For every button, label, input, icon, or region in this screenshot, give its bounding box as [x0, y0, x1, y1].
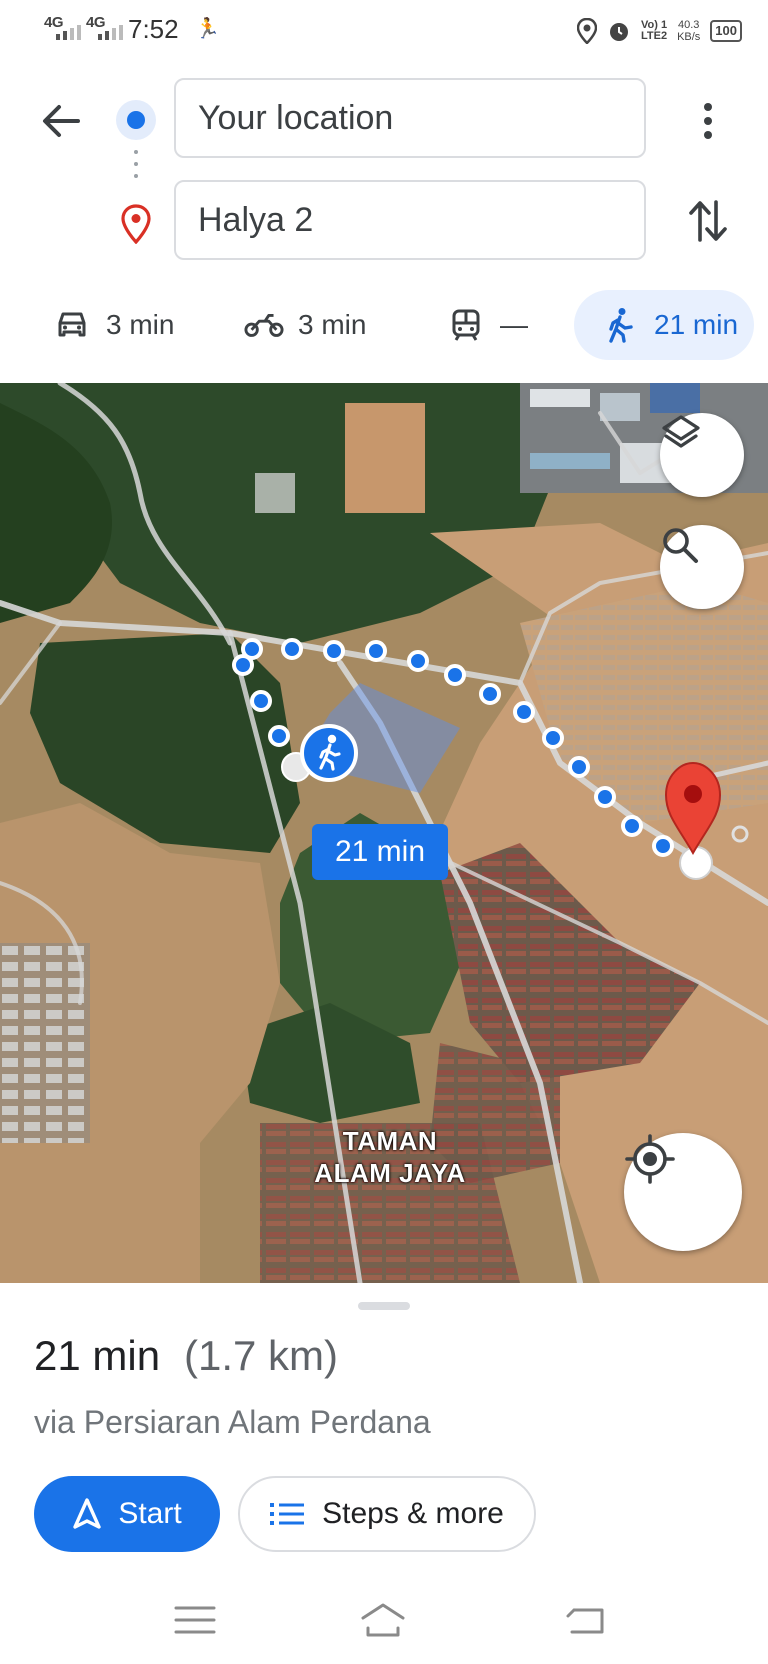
map-view[interactable]: 21 min TAMAN ALAM JAYA [0, 383, 768, 1283]
search-along-route-button[interactable] [660, 525, 744, 609]
network-speed: 40.3 KB/s [677, 19, 701, 43]
alarm-icon [609, 23, 628, 41]
sheet-drag-handle[interactable] [358, 1302, 410, 1310]
more-options-button[interactable] [690, 98, 726, 144]
destination-pin-icon [121, 204, 151, 244]
map-place-label: TAMAN ALAM JAYA [314, 1126, 466, 1188]
motorcycle-icon [244, 307, 284, 343]
layers-icon [662, 415, 700, 448]
search-icon [663, 528, 698, 563]
signal-icon [56, 25, 81, 40]
route-duration-chip[interactable]: 21 min [312, 824, 448, 880]
location-icon [576, 18, 597, 44]
steps-and-more-button[interactable]: Steps & more [238, 1476, 536, 1552]
walk-icon [600, 307, 640, 343]
swap-directions-icon[interactable] [686, 198, 730, 244]
start-navigation-button[interactable]: Start [34, 1476, 220, 1552]
list-icon [270, 1503, 305, 1525]
system-navigation-bar [0, 1580, 768, 1664]
origin-field[interactable]: Your location [174, 78, 646, 158]
signal-icon [98, 25, 123, 40]
route-via: via Persiaran Alam Perdana [34, 1404, 431, 1440]
system-back-icon[interactable] [564, 1600, 610, 1640]
clock: 7:52 [128, 14, 179, 44]
trip-distance: (1.7 km) [184, 1332, 339, 1379]
battery-indicator: 100 [710, 20, 742, 42]
mode-motorcycle[interactable]: 3 min [244, 290, 366, 360]
travel-mode-bar: 3 min 3 min — 21 min [0, 290, 768, 360]
activity-runner-icon: 🏃 [195, 18, 220, 40]
map-layers-button[interactable] [660, 413, 744, 497]
home-icon[interactable] [360, 1600, 406, 1640]
my-location-button[interactable] [624, 1133, 742, 1251]
destination-field[interactable]: Halya 2 [174, 180, 646, 260]
my-location-icon [625, 1134, 675, 1184]
route-summary-sheet[interactable]: 21 min (1.7 km) via Persiaran Alam Perda… [0, 1286, 768, 1664]
status-icons: Vo) 1 LTE2 40.3 KB/s 100 [576, 14, 742, 48]
transit-icon [446, 307, 486, 343]
back-button[interactable] [36, 96, 86, 146]
mode-transit[interactable]: — [446, 290, 528, 360]
recent-apps-icon[interactable] [172, 1600, 218, 1640]
mode-driving[interactable]: 3 min [52, 290, 174, 360]
volte-indicator: Vo) 1 LTE2 [640, 19, 668, 42]
navigation-arrow-icon [73, 1498, 102, 1529]
route-connector [134, 150, 138, 190]
trip-duration: 21 min [34, 1332, 161, 1379]
origin-marker-icon [116, 100, 156, 140]
mode-walking[interactable]: 21 min [574, 290, 754, 360]
arrow-back-icon [43, 105, 80, 137]
car-icon [52, 307, 92, 343]
status-bar: 4G 4G 7:52 🏃 Vo) 1 LTE2 40.3 KB/s 100 [0, 0, 768, 62]
